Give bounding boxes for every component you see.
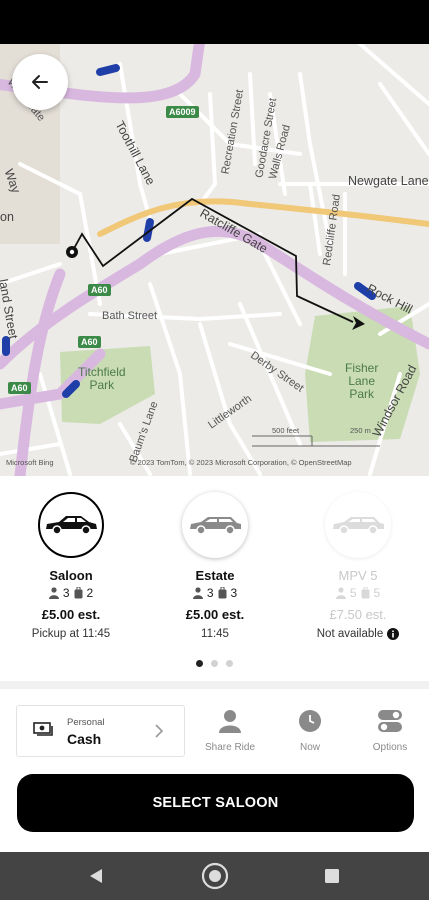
car-icon [190, 517, 241, 535]
street-label: on [0, 210, 14, 224]
page-dot[interactable] [211, 660, 218, 667]
map-scale-feet: 500 feet [272, 426, 300, 435]
road-shield: A6009 [166, 106, 199, 118]
ride-capacity: 5 5 [293, 584, 423, 602]
person-icon [48, 587, 59, 599]
ride-pickup-time: Pickup at 11:45 [31, 628, 111, 640]
road-shield: A60 [78, 336, 101, 348]
map-attribution: Microsoft Bing [6, 458, 54, 467]
square-recents-icon [325, 869, 339, 883]
ride-availability: Not available [293, 628, 423, 640]
road-shield: A60 [8, 382, 31, 394]
bag-count: 5 [373, 586, 381, 600]
car-icon [333, 517, 384, 535]
triangle-back-icon [90, 869, 102, 883]
car-icon-container [325, 492, 391, 558]
map-graphics [0, 44, 429, 476]
chevron-right-icon [155, 724, 164, 738]
options-label: Options [372, 742, 408, 753]
back-button[interactable] [12, 54, 68, 110]
select-ride-button[interactable]: SELECT SALOON [17, 774, 414, 832]
share-ride-option[interactable]: Share Ride [200, 709, 260, 753]
ride-capacity: 3 3 [150, 584, 280, 602]
ride-pickup-time: 11:45 [201, 628, 229, 640]
now-option[interactable]: Now [280, 709, 340, 753]
map-scale-meters: 250 m [350, 426, 371, 435]
luggage-icon [361, 587, 369, 599]
ride-name: Saloon [49, 568, 93, 583]
ride-option-mpv5[interactable]: MPV 5 5 5 £7.50 est. Not available [293, 492, 423, 640]
nav-back-button[interactable] [66, 852, 126, 900]
person-icon [219, 710, 241, 733]
cash-icon [33, 722, 53, 736]
options-button[interactable]: Options [360, 709, 420, 753]
park-label: Fisher Lane Park [345, 361, 379, 401]
ride-selection-screen: West Gate Toothill Lane Recreation Stree… [0, 0, 429, 900]
street-label: Newgate Lane [348, 174, 429, 188]
map-copyright: © 2023 TomTom, © 2023 Microsoft Corporat… [130, 458, 352, 467]
ride-option-saloon[interactable]: Saloon 3 2 £5.00 est. Pickup at 11:45 [6, 492, 136, 640]
luggage-icon [218, 587, 226, 599]
road-shield: A60 [88, 284, 111, 296]
payment-type: Personal [67, 717, 105, 728]
page-dot[interactable] [226, 660, 233, 667]
person-icon [192, 587, 203, 599]
status-bar [0, 0, 429, 44]
section-divider [0, 681, 429, 689]
ride-capacity: 3 2 [6, 584, 136, 602]
arrow-left-icon [32, 75, 48, 89]
clock-icon [299, 710, 321, 732]
home-circle-icon [201, 862, 229, 890]
person-icon [335, 587, 346, 599]
park-label: Titchfield Park [78, 365, 126, 392]
car-icon-container [182, 492, 248, 558]
payment-method-selector[interactable]: Personal Cash [16, 705, 185, 757]
ride-price: £5.00 est. [41, 607, 101, 622]
bag-count: 2 [86, 586, 94, 600]
now-label: Now [299, 742, 320, 753]
ride-price: £5.00 est. [185, 607, 245, 622]
passenger-count: 3 [206, 586, 214, 600]
map-view[interactable]: West Gate Toothill Lane Recreation Stree… [0, 44, 429, 476]
car-icon [46, 516, 97, 535]
ride-price: £7.50 est. [329, 607, 387, 622]
availability-text: Not available [316, 628, 384, 640]
ride-options-carousel: Saloon 3 2 £5.00 est. Pickup at 11:45 Es… [0, 476, 429, 681]
info-icon[interactable] [387, 628, 400, 640]
bag-count: 3 [230, 586, 238, 600]
luggage-icon [74, 587, 82, 599]
booking-options-row: Personal Cash Share Ride Now Options [0, 689, 429, 769]
carousel-page-indicator [0, 660, 429, 667]
nav-home-button[interactable] [185, 852, 245, 900]
payment-method: Cash [67, 731, 102, 747]
ride-name: MPV 5 [338, 568, 378, 583]
ride-option-estate[interactable]: Estate 3 3 £5.00 est. 11:45 [150, 492, 280, 640]
android-nav-bar [0, 852, 429, 900]
nav-recents-button[interactable] [302, 852, 362, 900]
car-icon-container [38, 492, 104, 558]
passenger-count: 5 [349, 586, 357, 600]
passenger-count: 3 [62, 586, 70, 600]
street-label: Bath Street [102, 310, 158, 322]
share-ride-label: Share Ride [204, 742, 256, 753]
toggles-icon [378, 710, 402, 732]
ride-name: Estate [195, 568, 235, 583]
page-dot-active[interactable] [196, 660, 203, 667]
